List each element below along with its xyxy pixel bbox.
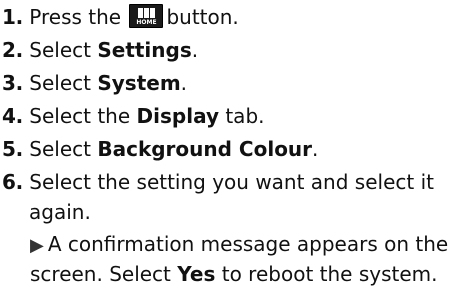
step-text: Select [29,137,91,161]
step-text: Select the setting you want and select i… [29,170,434,194]
step-text: . [180,71,188,95]
step-text: Press the [29,5,122,29]
step-number: 3. [2,71,23,95]
step-target: System [97,71,181,95]
step-number: 1. [2,5,23,29]
step-number: 2. [2,38,23,62]
step-text: . [312,137,319,161]
step-3: 3. Select System. [2,67,187,100]
result-target: Yes [177,262,216,286]
step-1: 1. Press the HOME button. [2,1,239,34]
result-text: to reboot the system. [221,262,438,286]
result-text: screen. Select [30,262,171,286]
step-text: Select the [29,104,131,128]
home-button-label: HOME [136,19,157,26]
step-target: Background Colour [97,137,313,161]
step-text: . [191,38,199,62]
step-6-result: ▶ A confirmation message appears on the [30,228,448,262]
result-text: A confirmation message appears on the [47,232,449,256]
step-5: 5. Select Background Colour. [2,133,318,166]
step-text: again. [29,200,91,224]
home-button-icon: HOME [129,4,164,28]
step-text: Select [29,71,91,95]
step-text: tab. [225,104,265,128]
step-6-continuation: again. [29,196,91,229]
step-text: Select [29,38,91,62]
step-6: 6. Select the setting you want and selec… [2,166,434,199]
step-2: 2. Select Settings. [2,34,198,67]
step-number: 4. [2,104,23,128]
step-target: Settings [97,38,192,62]
step-target: Display [136,104,219,128]
step-4: 4. Select the Display tab. [2,100,265,133]
step-number: 5. [2,137,23,161]
step-number: 6. [2,170,23,194]
step-text: button. [166,5,239,29]
